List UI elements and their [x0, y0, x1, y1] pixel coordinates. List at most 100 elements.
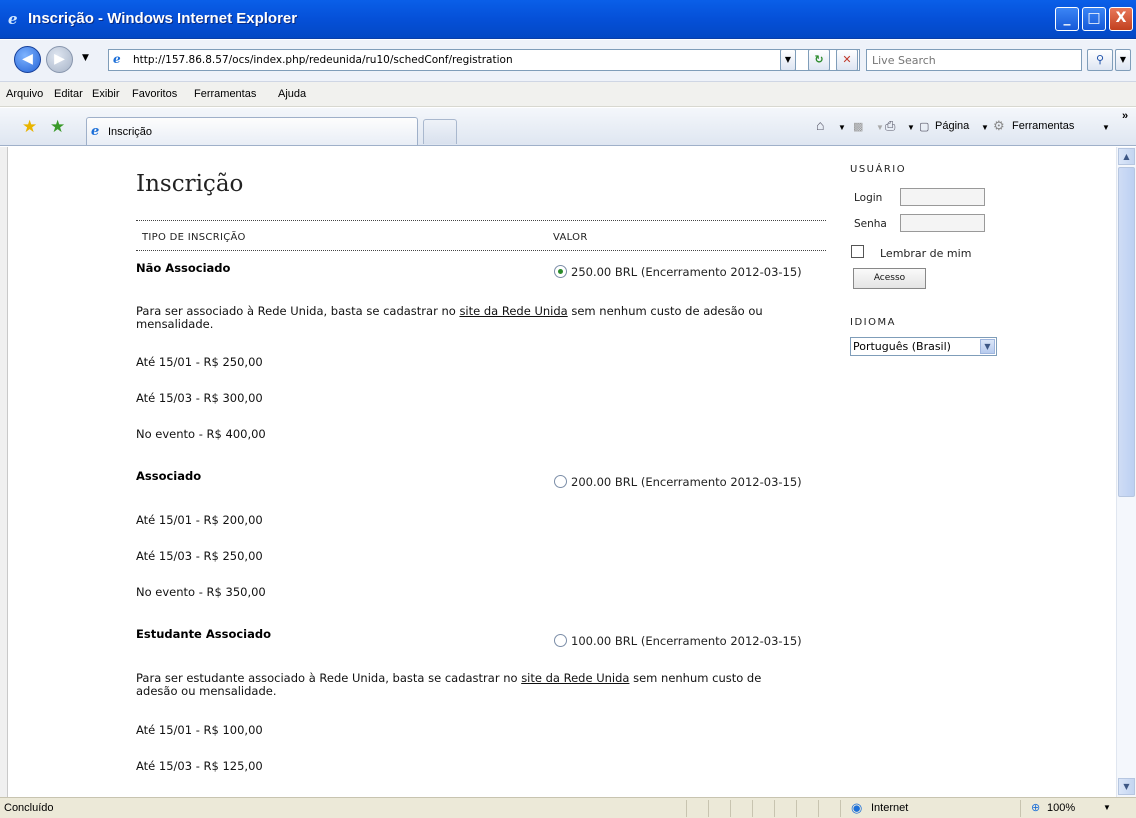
menu-favoritos[interactable]: Favoritos [132, 88, 177, 100]
tab-label: Inscrição [108, 126, 153, 138]
page-content: Inscrição TIPO DE INSCRIÇÃO VALOR Não As… [8, 147, 1116, 797]
minimize-button[interactable]: _ [1055, 7, 1079, 31]
status-cell [796, 800, 818, 817]
tools-menu[interactable]: Ferramentas [1012, 120, 1074, 132]
status-cell [708, 800, 730, 817]
tools-dropdown-icon[interactable]: ▼ [1102, 123, 1110, 132]
stop-icon[interactable]: ✕ [836, 49, 858, 71]
status-cell [686, 800, 708, 817]
remember-me-label: Lembrar de mim [880, 247, 972, 260]
refresh-icon[interactable]: ↻ [808, 49, 830, 71]
home-icon[interactable]: ⌂ [816, 117, 824, 133]
home-dropdown-icon[interactable]: ▼ [838, 123, 846, 132]
menu-ajuda[interactable]: Ajuda [278, 88, 306, 100]
password-label: Senha [854, 218, 887, 230]
menu-ferramentas[interactable]: Ferramentas [194, 88, 256, 100]
print-icon[interactable]: ⎙ [885, 118, 895, 134]
price-text: 100.00 BRL (Encerramento 2012-03-15) [571, 634, 802, 648]
price-schedule-line: No evento - R$ 400,00 [136, 427, 266, 441]
window-title-bar[interactable]: e Inscrição - Windows Internet Explorer … [0, 0, 1136, 39]
rede-unida-link[interactable]: site da Rede Unida [459, 304, 567, 318]
price-schedule-line: Até 15/03 - R$ 250,00 [136, 549, 263, 563]
gear-icon: ⚙ [993, 118, 1005, 133]
add-favorite-icon[interactable]: ★ [50, 117, 65, 137]
page-menu-icon: ▢ [919, 121, 930, 133]
search-options-icon[interactable]: ▼ [1115, 49, 1131, 71]
feeds-icon[interactable]: ▩ [853, 120, 863, 133]
rede-unida-link[interactable]: site da Rede Unida [521, 671, 629, 685]
address-toolbar: ◀ ▶ ▼ e http://157.86.8.57/ocs/index.php… [0, 40, 1136, 82]
divider [136, 220, 826, 221]
price-schedule-line: Até 15/01 - R$ 250,00 [136, 355, 263, 369]
search-field[interactable] [866, 49, 1082, 71]
search-icon[interactable]: ⚲ [1087, 49, 1113, 71]
favorites-star-icon[interactable]: ★ [22, 117, 37, 137]
status-cell [730, 800, 752, 817]
page-title: Inscrição [136, 171, 244, 197]
user-block-heading: USUÁRIO [850, 164, 907, 175]
ie-logo-icon: e [8, 10, 18, 28]
address-dropdown-icon[interactable]: ▼ [780, 49, 796, 71]
globe-icon: ◉ [851, 800, 863, 815]
registration-type-name: Associado [136, 469, 202, 483]
remember-me-checkbox[interactable] [851, 245, 864, 258]
scrollbar-thumb[interactable] [1118, 167, 1135, 497]
registration-price-option[interactable]: 250.00 BRL (Encerramento 2012-03-15) [554, 264, 814, 280]
zoom-cell[interactable]: ⊕ 100% ▼ [1020, 800, 1136, 817]
login-button[interactable]: Acesso [853, 268, 926, 289]
divider [136, 250, 826, 251]
search-input[interactable] [867, 50, 1081, 70]
description-paragraph: Para ser estudante associado à Rede Unid… [136, 672, 796, 698]
language-select[interactable]: Português (Brasil) ▼ [850, 337, 997, 356]
tab-ie-icon: e [91, 124, 100, 139]
vertical-scrollbar[interactable]: ▲ ▼ [1116, 147, 1136, 797]
language-selected-value: Português (Brasil) [853, 340, 951, 353]
window-left-frame [0, 147, 8, 797]
language-block-heading: IDIOMA [850, 317, 896, 328]
zone-cell: ◉ Internet [840, 800, 1020, 817]
scroll-down-icon[interactable]: ▼ [1118, 778, 1135, 795]
price-schedule-line: Até 15/01 - R$ 100,00 [136, 723, 263, 737]
url-text: http://157.86.8.57/ocs/index.php/redeuni… [133, 54, 513, 66]
menu-arquivo[interactable]: Arquivo [6, 88, 43, 100]
registration-price-option[interactable]: 200.00 BRL (Encerramento 2012-03-15) [554, 474, 814, 490]
price-schedule-line: Até 15/03 - R$ 300,00 [136, 391, 263, 405]
radio-button[interactable] [554, 475, 567, 488]
page-icon: e [113, 52, 121, 66]
chevron-down-icon: ▼ [980, 339, 995, 354]
forward-button[interactable]: ▶ [46, 46, 73, 73]
radio-button[interactable] [554, 634, 567, 647]
close-button[interactable]: X [1109, 7, 1133, 31]
registration-type-name: Estudante Associado [136, 627, 272, 641]
zoom-dropdown-icon[interactable]: ▼ [1103, 803, 1111, 812]
menu-exibir[interactable]: Exibir [92, 88, 120, 100]
scroll-up-icon[interactable]: ▲ [1118, 148, 1135, 165]
menu-editar[interactable]: Editar [54, 88, 83, 100]
window-title: Inscrição - Windows Internet Explorer [28, 10, 298, 27]
status-cell [818, 800, 840, 817]
new-tab-button[interactable] [423, 119, 457, 144]
registration-price-option[interactable]: 100.00 BRL (Encerramento 2012-03-15) [554, 633, 814, 649]
address-field[interactable]: e http://157.86.8.57/ocs/index.php/redeu… [108, 49, 860, 71]
print-dropdown-icon[interactable]: ▼ [907, 123, 915, 132]
radio-button-selected[interactable] [554, 265, 567, 278]
back-button[interactable]: ◀ [14, 46, 41, 73]
recent-pages-dropdown-icon[interactable]: ▼ [82, 53, 89, 63]
page-menu[interactable]: Página [935, 120, 969, 132]
column-header-type: TIPO DE INSCRIÇÃO [142, 232, 246, 243]
page-dropdown-icon[interactable]: ▼ [981, 123, 989, 132]
maximize-button[interactable]: □ [1082, 7, 1106, 31]
login-input[interactable] [900, 188, 985, 206]
menu-bar: Arquivo Editar Exibir Favoritos Ferramen… [0, 82, 1136, 107]
security-zone-label: Internet [871, 802, 909, 814]
price-text: 250.00 BRL (Encerramento 2012-03-15) [571, 265, 802, 279]
price-text: 200.00 BRL (Encerramento 2012-03-15) [571, 475, 802, 489]
tab-inscricao[interactable]: e Inscrição [86, 117, 418, 145]
registration-type-name: Não Associado [136, 261, 231, 275]
zoom-icon: ⊕ [1031, 802, 1041, 814]
toolbar-overflow-chevron[interactable]: » [1122, 110, 1128, 122]
feeds-dropdown-icon[interactable]: ▼ [876, 123, 884, 132]
zoom-level: 100% [1047, 802, 1076, 814]
status-cell [774, 800, 796, 817]
password-input[interactable] [900, 214, 985, 232]
